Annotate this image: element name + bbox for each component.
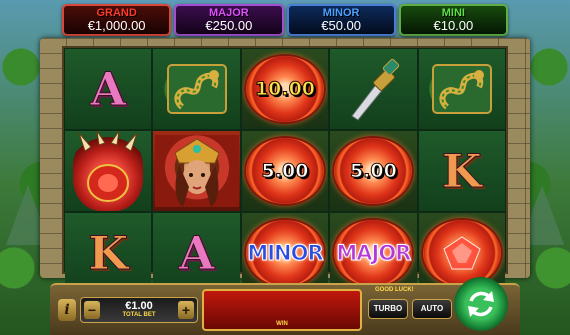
coin-value: 10.00 — [254, 78, 316, 101]
status-message: GOOD LUCK! — [375, 287, 414, 293]
reel-1: A K — [65, 49, 152, 293]
reel-4: 5.00 MAJOR — [330, 49, 417, 293]
reel-2-cell-1 — [153, 49, 240, 129]
coin-value: 5.00 — [349, 160, 397, 183]
total-bet-box: − €1.00 TOTAL BET + — [80, 297, 198, 323]
total-bet-label: TOTAL BET — [122, 312, 156, 318]
red-gem-coin-icon: 5.00 — [243, 136, 326, 206]
turbo-button[interactable]: TURBO — [368, 299, 408, 319]
info-button[interactable]: i — [58, 299, 76, 321]
total-bet-value: €1.00 — [125, 300, 153, 312]
symbol-a: A — [178, 226, 215, 280]
jackpot-bar: GRAND €1,000.00 MAJOR €250.00 MINOR €50.… — [62, 4, 508, 36]
red-gem-coin-icon — [420, 218, 503, 288]
refresh-icon — [468, 291, 494, 317]
reel-1-cell-3: K — [65, 213, 152, 293]
red-gem-coin-icon: 5.00 — [332, 136, 415, 206]
reel-1-cell-1: A — [65, 49, 152, 129]
reel-3: 10.00 5.00 MINOR — [241, 49, 329, 293]
reel-3-cell-2: 5.00 — [241, 131, 329, 211]
reel-grid: A K A 10.00 5.00 MINOR 5.00 MAJOR K — [62, 46, 508, 293]
jackpot-grand: GRAND €1,000.00 — [62, 4, 172, 36]
serpent-idol-icon — [161, 59, 232, 119]
reel-5-cell-2: K — [418, 131, 505, 211]
serpent-idol-icon — [426, 59, 497, 119]
bear-paw-icon — [73, 131, 144, 211]
reel-5: K — [418, 49, 505, 293]
jackpot-grand-value: €1,000.00 — [87, 18, 146, 33]
aztec-queen-icon — [154, 135, 239, 207]
coin-label-minor: MINOR — [247, 241, 324, 266]
symbol-k: K — [441, 144, 482, 198]
reel-4-cell-1 — [330, 49, 417, 129]
reel-3-cell-1: 10.00 — [241, 49, 329, 129]
jackpot-major-value: €250.00 — [205, 18, 253, 33]
auto-button[interactable]: AUTO — [412, 299, 452, 319]
control-bar: i − €1.00 TOTAL BET + WIN GOOD LUCK! TUR… — [50, 277, 520, 335]
symbol-a: A — [90, 62, 127, 116]
jackpot-minor: MINOR €50.00 — [286, 4, 396, 36]
coin-label-major: MAJOR — [336, 241, 412, 266]
jackpot-major: MAJOR €250.00 — [174, 4, 284, 36]
red-gem-coin-icon: 10.00 — [243, 54, 326, 124]
spin-button[interactable] — [454, 277, 508, 331]
reel-2-cell-3: A — [153, 213, 240, 293]
reel-1-cell-2 — [65, 131, 152, 211]
dagger-icon — [338, 54, 408, 124]
reel-2: A — [153, 49, 240, 293]
jackpot-mini-value: €10.00 — [433, 18, 474, 33]
reel-5-cell-1 — [418, 49, 505, 129]
reel-4-cell-2: 5.00 — [330, 131, 417, 211]
reel-2-cell-2 — [153, 131, 240, 211]
coin-value: 5.00 — [261, 160, 309, 183]
win-label: WIN — [276, 321, 288, 327]
bet-increase-button[interactable]: + — [178, 301, 194, 319]
bet-decrease-button[interactable]: − — [84, 301, 100, 319]
reel-3-cell-3: MINOR — [241, 213, 329, 293]
jackpot-minor-value: €50.00 — [321, 18, 361, 33]
win-display: WIN — [202, 289, 362, 331]
jackpot-mini: MINI €10.00 — [398, 4, 508, 36]
symbol-k: K — [88, 226, 129, 280]
reel-4-cell-3: MAJOR — [330, 213, 417, 293]
